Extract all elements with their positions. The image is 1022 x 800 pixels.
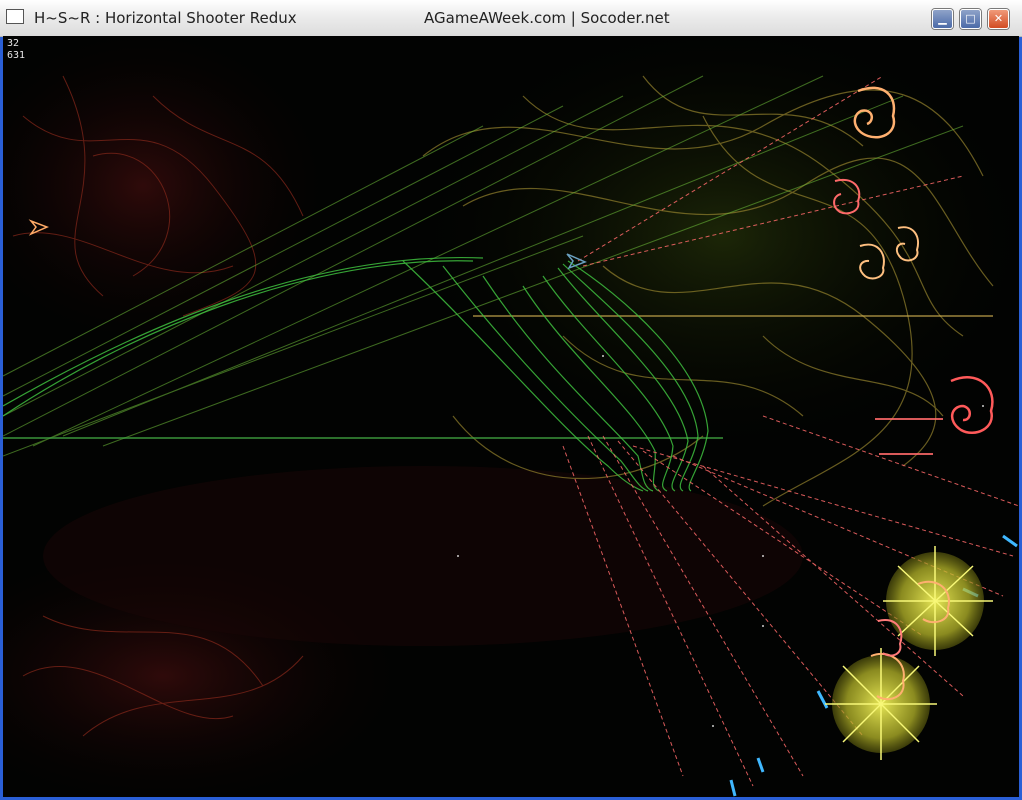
hud-counter-top: 32 bbox=[7, 38, 20, 49]
window-title: H~S~R : Horizontal Shooter Redux bbox=[34, 9, 297, 27]
maximize-button[interactable]: □ bbox=[960, 9, 981, 29]
hud-counters: 32 631 bbox=[7, 38, 25, 62]
game-viewport[interactable]: 32 631 bbox=[3, 36, 1019, 797]
app-window-icon[interactable] bbox=[6, 9, 24, 24]
hud-counter-score: 631 bbox=[7, 50, 26, 61]
window-subtitle: AGameAWeek.com | Socoder.net bbox=[424, 9, 670, 27]
minimize-button[interactable]: ▁ bbox=[932, 9, 953, 29]
title-bar[interactable]: H~S~R : Horizontal Shooter Redux AGameAW… bbox=[0, 0, 1022, 37]
game-window: H~S~R : Horizontal Shooter Redux AGameAW… bbox=[0, 0, 1022, 800]
game-scene bbox=[3, 36, 1019, 797]
close-button[interactable]: ✕ bbox=[988, 9, 1009, 29]
